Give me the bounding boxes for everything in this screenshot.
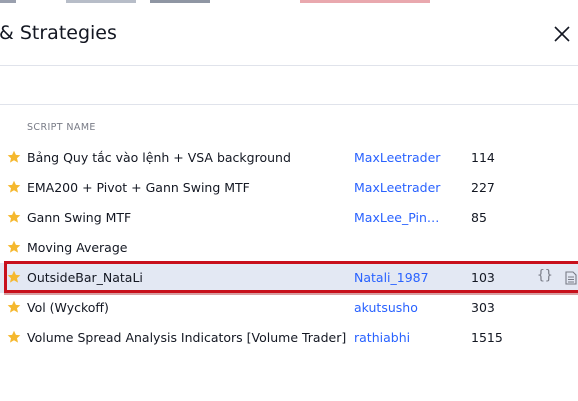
star-icon[interactable] <box>7 270 21 284</box>
close-icon <box>554 26 570 42</box>
script-author-link[interactable]: rathiabhi <box>354 330 446 345</box>
script-likes-count: 103 <box>471 270 495 285</box>
star-icon[interactable] <box>7 240 21 254</box>
script-likes-count: 303 <box>471 300 495 315</box>
script-author-link[interactable]: MaxLeetrader <box>354 180 446 195</box>
header-divider <box>0 65 578 66</box>
script-author-link[interactable]: Natali_1987 <box>354 270 446 285</box>
script-name[interactable]: Bảng Quy tắc vào lệnh + VSA background <box>27 150 291 165</box>
script-name[interactable]: EMA200 + Pivot + Gann Swing MTF <box>27 180 250 195</box>
script-author-link[interactable]: MaxLeetrader <box>354 150 446 165</box>
dialog-title: & Strategies <box>0 22 117 44</box>
script-name[interactable]: Gann Swing MTF <box>27 210 131 225</box>
script-likes-count: 114 <box>471 150 495 165</box>
script-name[interactable]: Volume Spread Analysis Indicators [Volum… <box>27 330 346 345</box>
script-row[interactable]: Gann Swing MTF MaxLee_PingP... 85 <box>0 203 578 233</box>
script-row[interactable]: Moving Average <box>0 233 578 263</box>
script-row-selected[interactable]: OutsideBar_NataLi Natali_1987 103 {} <box>0 263 578 293</box>
star-icon[interactable] <box>7 180 21 194</box>
script-row[interactable]: Bảng Quy tắc vào lệnh + VSA background M… <box>0 143 578 173</box>
star-icon[interactable] <box>7 330 21 344</box>
script-name[interactable]: Vol (Wyckoff) <box>27 300 109 315</box>
script-author-link[interactable]: MaxLee_PingP... <box>354 210 446 225</box>
script-row[interactable]: Volume Spread Analysis Indicators [Volum… <box>0 323 578 353</box>
highlight-annotation-shadow <box>4 293 578 295</box>
script-row[interactable]: Vol (Wyckoff) akutsusho 303 <box>0 293 578 323</box>
column-header-script-name: SCRIPT NAME <box>27 122 96 133</box>
script-author-link[interactable]: akutsusho <box>354 300 446 315</box>
script-likes-count: 1515 <box>471 330 503 345</box>
star-icon[interactable] <box>7 300 21 314</box>
source-code-icon[interactable]: {} <box>537 268 553 283</box>
script-name[interactable]: OutsideBar_NataLi <box>27 270 143 285</box>
document-icon[interactable] <box>565 271 577 285</box>
script-name[interactable]: Moving Average <box>27 240 127 255</box>
star-icon[interactable] <box>7 210 21 224</box>
background-chart-strip <box>0 0 578 8</box>
script-likes-count: 227 <box>471 180 495 195</box>
star-icon[interactable] <box>7 150 21 164</box>
script-row[interactable]: EMA200 + Pivot + Gann Swing MTF MaxLeetr… <box>0 173 578 203</box>
script-likes-count: 85 <box>471 210 487 225</box>
toolbar-divider <box>0 104 578 105</box>
close-button[interactable] <box>552 24 572 44</box>
